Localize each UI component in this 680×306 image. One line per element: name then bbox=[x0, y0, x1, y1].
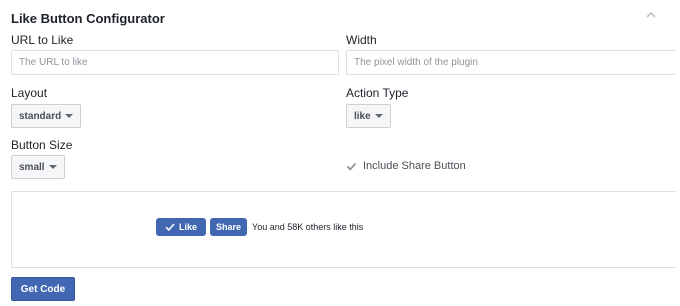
page-title: Like Button Configurator bbox=[11, 11, 165, 26]
layout-select-value: standard bbox=[19, 110, 62, 122]
share-checkbox-label: Include Share Button bbox=[363, 160, 466, 172]
width-label: Width bbox=[346, 33, 377, 47]
share-checkbox[interactable] bbox=[346, 161, 357, 172]
share-button[interactable]: Share bbox=[210, 218, 248, 236]
like-button-label: Like bbox=[178, 222, 197, 232]
caret-down-icon bbox=[65, 114, 74, 118]
like-button[interactable]: Like bbox=[156, 218, 206, 236]
social-context-text: You and 58K others like this bbox=[252, 222, 364, 232]
action-type-label: Action Type bbox=[346, 86, 409, 100]
url-input[interactable] bbox=[11, 50, 339, 75]
checkmark-icon bbox=[346, 162, 357, 171]
share-button-label: Share bbox=[216, 222, 242, 232]
thumbs-check-icon bbox=[165, 223, 175, 232]
button-size-select-value: small bbox=[19, 161, 45, 173]
like-plugin: Like Share You and 58K others like this bbox=[156, 218, 363, 236]
layout-label: Layout bbox=[11, 86, 48, 100]
url-label: URL to Like bbox=[11, 33, 74, 47]
share-checkbox-row[interactable]: Include Share Button bbox=[346, 160, 466, 172]
width-input[interactable] bbox=[346, 50, 676, 75]
caret-down-icon bbox=[374, 114, 383, 118]
button-size-select[interactable]: small bbox=[11, 155, 65, 179]
plugin-preview: Like Share You and 58K others like this bbox=[11, 191, 676, 268]
action-type-select-value: like bbox=[354, 110, 371, 122]
layout-select[interactable]: standard bbox=[11, 104, 82, 128]
caret-down-icon bbox=[48, 165, 57, 169]
action-type-select[interactable]: like bbox=[346, 104, 391, 128]
get-code-button[interactable]: Get Code bbox=[11, 277, 75, 301]
chevron-up-icon[interactable] bbox=[644, 8, 658, 22]
button-size-label: Button Size bbox=[11, 138, 73, 152]
